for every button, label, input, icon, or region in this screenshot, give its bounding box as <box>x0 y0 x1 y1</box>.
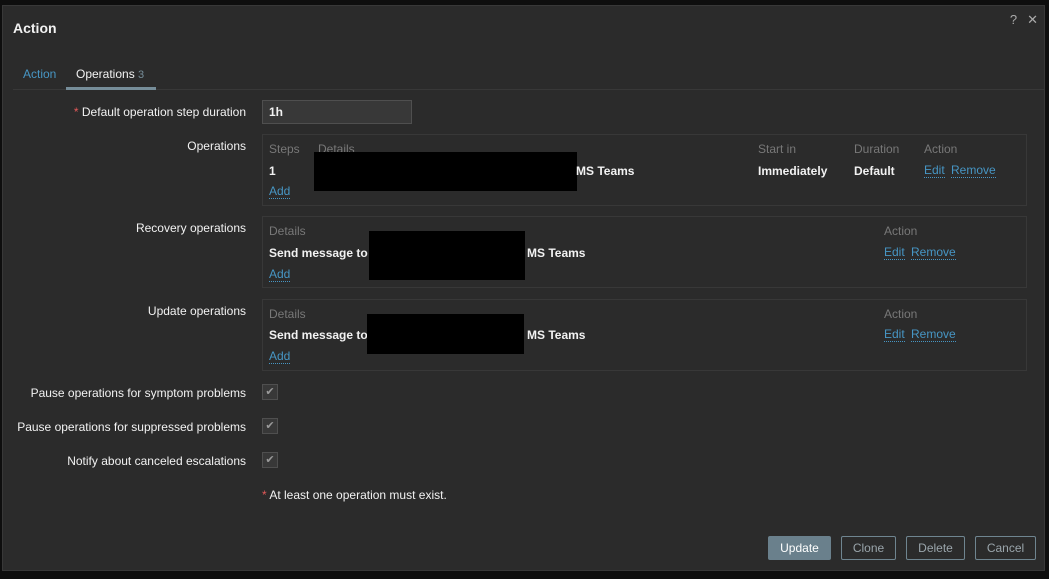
edit-link[interactable]: Edit <box>884 246 905 260</box>
header-duration: Duration <box>854 142 900 156</box>
details-suffix: MS Teams <box>527 246 586 260</box>
tab-operations[interactable]: Operations 3 <box>66 63 156 90</box>
header-start-in: Start in <box>758 142 797 156</box>
redacted-block <box>367 314 524 354</box>
tab-count: 3 <box>138 69 145 81</box>
details-suffix: MS Teams <box>527 328 586 342</box>
recovery-table: Details Action Send message to MS Teams … <box>262 216 1027 288</box>
header-action: Action <box>884 224 918 238</box>
recovery-label: Recovery operations <box>135 221 246 235</box>
pause-symptom-checkbox[interactable]: ✔ <box>262 384 278 400</box>
add-recovery-link[interactable]: Add <box>269 268 291 282</box>
header-steps: Steps <box>269 142 300 156</box>
update-label: Update operations <box>147 304 246 318</box>
update-table: Details Action Send message to MS Teams … <box>262 299 1027 371</box>
default-step-label: * Default operation step duration <box>73 105 246 119</box>
tab-bar: Action Operations 3 <box>13 63 1044 90</box>
edit-link[interactable]: Edit <box>884 328 905 342</box>
remove-link[interactable]: Remove <box>911 328 956 342</box>
pause-suppressed-checkbox[interactable]: ✔ <box>262 418 278 434</box>
tab-label: Operations <box>76 67 135 81</box>
redacted-block <box>369 231 525 280</box>
dialog-title: Action <box>13 20 57 36</box>
action-dialog: Action ? ✕ Action Operations 3 * Default… <box>2 5 1045 571</box>
add-update-link[interactable]: Add <box>269 350 291 364</box>
step-value: 1 <box>269 164 276 178</box>
details-value: MS Teams <box>576 164 635 178</box>
edit-link[interactable]: Edit <box>924 164 945 178</box>
details-value: Send message to <box>269 328 368 342</box>
header-details: Details <box>269 224 306 238</box>
notify-canceled-label: Notify about canceled escalations <box>67 454 246 468</box>
tab-action[interactable]: Action <box>23 67 56 81</box>
warning-text: * At least one operation must exist. <box>262 488 447 502</box>
close-icon[interactable]: ✕ <box>1027 12 1038 28</box>
details-value: Send message to <box>269 246 368 260</box>
header-action: Action <box>884 307 918 321</box>
cancel-button[interactable]: Cancel <box>975 536 1036 560</box>
redacted-block <box>314 152 577 191</box>
notify-canceled-checkbox[interactable]: ✔ <box>262 452 278 468</box>
duration-value: Default <box>854 164 895 178</box>
default-step-input[interactable]: 1h <box>262 100 412 124</box>
help-icon[interactable]: ? <box>1010 12 1017 28</box>
start-in-value: Immediately <box>758 164 828 178</box>
pause-suppressed-label: Pause operations for suppressed problems <box>17 420 246 434</box>
header-action: Action <box>924 142 958 156</box>
delete-button[interactable]: Delete <box>906 536 965 560</box>
operations-table: Steps Details Start in Duration Action 1… <box>262 134 1027 206</box>
add-operation-link[interactable]: Add <box>269 185 291 199</box>
clone-button[interactable]: Clone <box>841 536 896 560</box>
remove-link[interactable]: Remove <box>911 246 956 260</box>
operations-label: Operations <box>187 139 246 153</box>
update-button[interactable]: Update <box>768 536 831 560</box>
remove-link[interactable]: Remove <box>951 164 996 178</box>
pause-symptom-label: Pause operations for symptom problems <box>30 386 246 400</box>
header-details: Details <box>269 307 306 321</box>
